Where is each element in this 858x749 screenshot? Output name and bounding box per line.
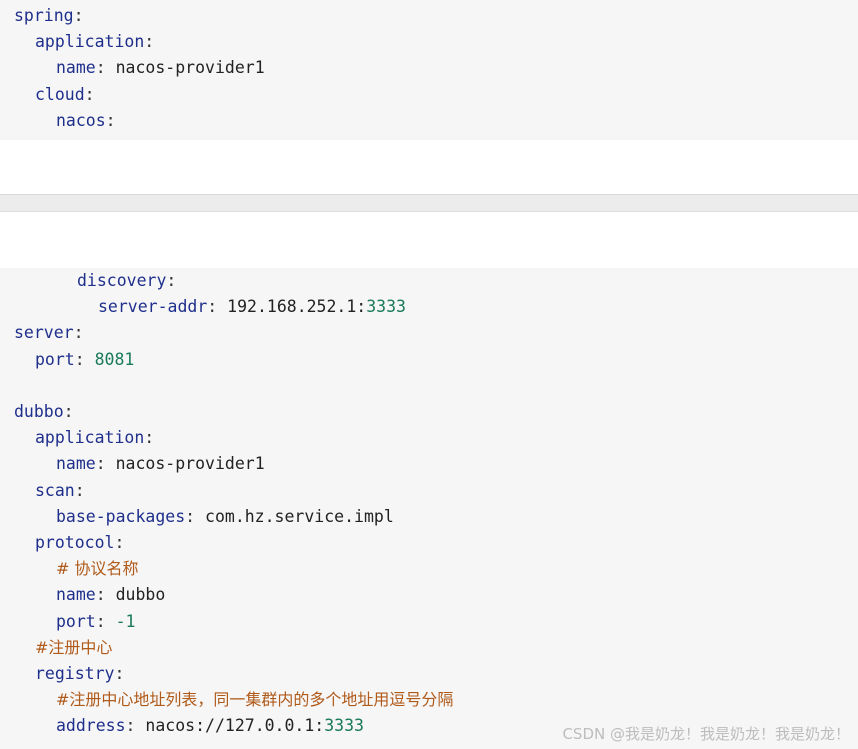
code-comment: #注册中心地址列表，同一集群内的多个地址用逗号分隔 bbox=[56, 690, 454, 710]
yaml-number: 8081 bbox=[94, 349, 135, 369]
yaml-key: server bbox=[14, 323, 74, 343]
code-line: name: dubbo bbox=[56, 582, 165, 608]
code-line: discovery: bbox=[77, 268, 176, 294]
yaml-colon: : bbox=[73, 323, 84, 343]
yaml-key: name bbox=[56, 585, 96, 605]
code-comment: # 协议名称 bbox=[56, 559, 139, 579]
yaml-colon: : bbox=[114, 533, 125, 552]
yaml-key: base-packages bbox=[56, 506, 186, 526]
yaml-number: 3333 bbox=[324, 716, 364, 736]
yaml-colon: : bbox=[74, 349, 95, 369]
yaml-colon: : bbox=[125, 716, 146, 736]
yaml-key: port bbox=[56, 611, 96, 631]
yaml-colon: : bbox=[84, 84, 95, 104]
yaml-key: registry bbox=[35, 664, 115, 683]
yaml-key: nacos bbox=[56, 110, 106, 130]
code-line: protocol: bbox=[35, 530, 124, 556]
yaml-colon: : bbox=[144, 32, 155, 52]
yaml-value: nacos-provider1 bbox=[115, 454, 265, 474]
yaml-key: spring bbox=[14, 6, 74, 25]
yaml-key: application bbox=[35, 428, 145, 448]
yaml-key: port bbox=[35, 349, 75, 369]
code-line: scan: bbox=[35, 478, 85, 504]
yaml-key: protocol bbox=[35, 533, 115, 552]
code-line: dubbo: bbox=[14, 399, 74, 425]
yaml-colon: : bbox=[95, 454, 116, 474]
code-line: registry: bbox=[35, 661, 124, 687]
page-separator bbox=[0, 194, 858, 212]
yaml-colon: : bbox=[207, 297, 228, 317]
yaml-colon: : bbox=[95, 611, 116, 631]
code-line: nacos: bbox=[56, 108, 116, 134]
watermark: CSDN @我是奶龙！我是奶龙！我是奶龙！ bbox=[562, 725, 850, 743]
yaml-colon: : bbox=[166, 271, 177, 290]
yaml-key: application bbox=[35, 32, 145, 52]
code-line: port: -1 bbox=[56, 609, 136, 635]
yaml-key: cloud bbox=[35, 84, 85, 104]
yaml-colon: : bbox=[73, 6, 84, 25]
yaml-colon: : bbox=[144, 428, 155, 448]
code-line: server-addr: 192.168.252.1:3333 bbox=[98, 294, 406, 320]
code-line: spring: bbox=[14, 3, 84, 29]
code-line: #注册中心 bbox=[35, 635, 112, 661]
yaml-colon: : bbox=[95, 58, 116, 78]
yaml-value: 192.168.252.1: bbox=[227, 297, 367, 317]
yaml-number: -1 bbox=[115, 611, 136, 631]
yaml-key: address bbox=[56, 716, 126, 736]
yaml-colon: : bbox=[114, 664, 125, 683]
code-line: server: bbox=[14, 320, 84, 346]
code-line: #注册中心地址列表，同一集群内的多个地址用逗号分隔 bbox=[56, 687, 453, 713]
code-block-1: spring: application: name: nacos-provider1… bbox=[0, 0, 858, 140]
yaml-key: name bbox=[56, 58, 96, 78]
code-block-2: discovery: server-addr: 192.168.252.1:333… bbox=[0, 268, 858, 749]
code-line: application: bbox=[35, 29, 154, 55]
code-line: name: nacos-provider1 bbox=[56, 451, 265, 477]
code-line: cloud: bbox=[35, 82, 95, 108]
yaml-value: com.hz.service.impl bbox=[205, 506, 394, 526]
yaml-key: discovery bbox=[77, 271, 167, 290]
yaml-colon: : bbox=[74, 480, 85, 500]
yaml-key: name bbox=[56, 454, 96, 474]
yaml-key: dubbo bbox=[14, 402, 64, 421]
yaml-colon: : bbox=[95, 585, 116, 605]
code-comment: #注册中心 bbox=[35, 637, 113, 657]
yaml-value: dubbo bbox=[115, 585, 166, 605]
code-line: name: nacos-provider1 bbox=[56, 55, 265, 81]
yaml-key: scan bbox=[35, 480, 75, 500]
code-line: base-packages: com.hz.service.impl bbox=[56, 504, 394, 530]
yaml-colon: : bbox=[105, 110, 116, 130]
code-line: address: nacos://127.0.0.1:3333 bbox=[56, 713, 364, 739]
yaml-colon: : bbox=[63, 402, 74, 421]
code-line: application: bbox=[35, 425, 154, 451]
yaml-number: 3333 bbox=[366, 297, 406, 317]
yaml-key: server-addr bbox=[98, 297, 208, 317]
code-line: # 协议名称 bbox=[56, 556, 139, 582]
yaml-colon: : bbox=[185, 506, 206, 526]
yaml-value: nacos-provider1 bbox=[115, 58, 265, 78]
code-line: port: 8081 bbox=[35, 347, 134, 373]
yaml-value: nacos://127.0.0.1: bbox=[145, 716, 325, 736]
